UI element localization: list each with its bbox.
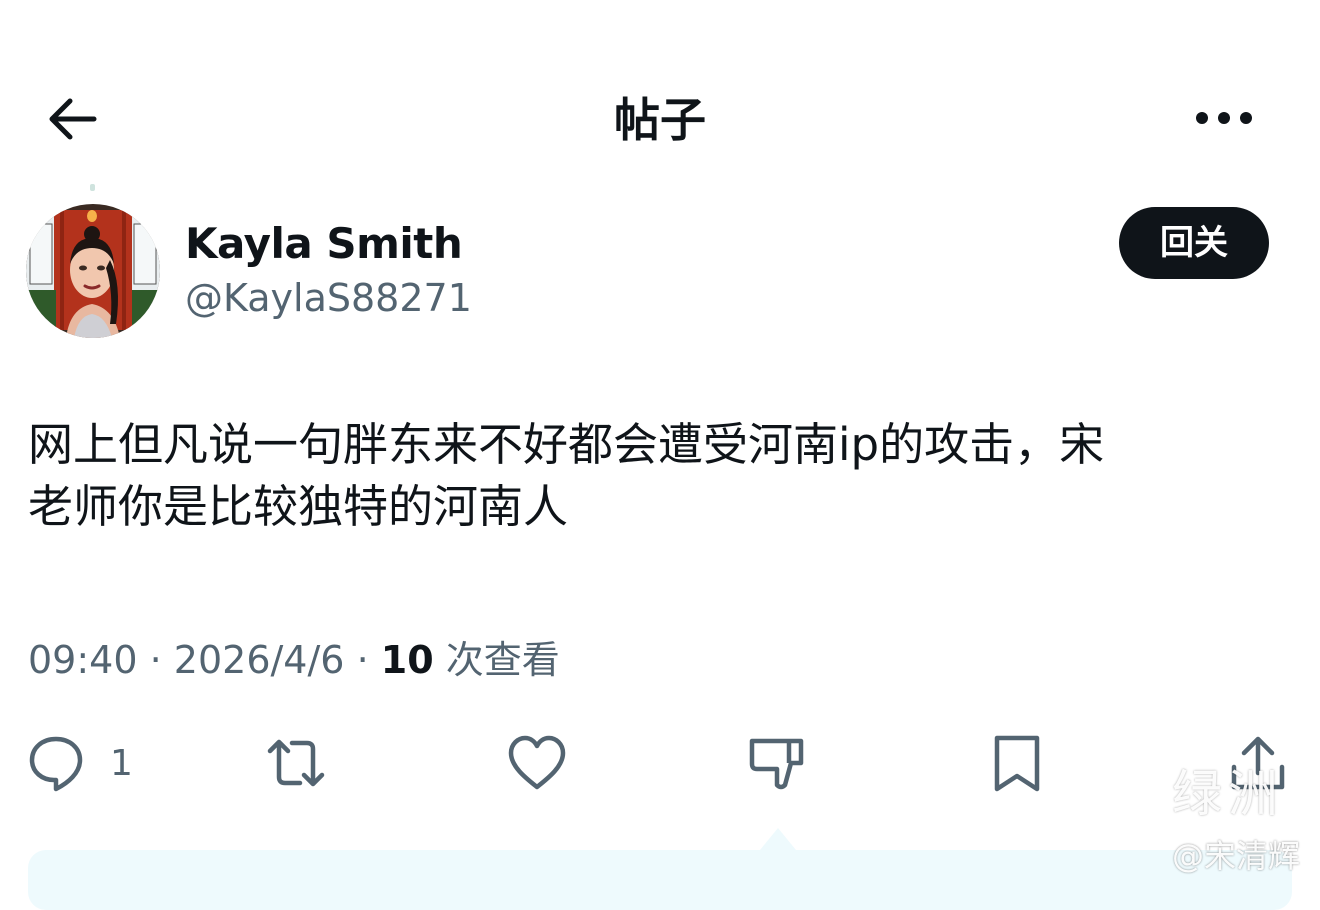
- bookmark-icon: [994, 735, 1040, 792]
- tweet-date: 2026/4/6: [173, 638, 345, 682]
- meta-separator: ·: [356, 638, 369, 682]
- heart-icon: [508, 735, 566, 790]
- dislike-button[interactable]: [747, 733, 807, 793]
- watermark-author: @宋清辉: [1172, 837, 1301, 875]
- bookmark-button[interactable]: [987, 733, 1047, 793]
- views-count: 10: [380, 638, 434, 682]
- thumbs-down-icon: [749, 738, 804, 790]
- more-options-button[interactable]: [1188, 94, 1260, 142]
- like-button[interactable]: [507, 733, 567, 793]
- meta-separator: ·: [149, 638, 162, 682]
- retweet-button[interactable]: [266, 733, 326, 793]
- tweet-meta: 09:40 · 2026/4/6 · 10 次查看: [28, 632, 560, 688]
- arrow-left-icon: [49, 98, 97, 140]
- reply-icon: [29, 736, 83, 792]
- views-label: 次查看: [445, 638, 560, 682]
- avatar-illustration: [26, 204, 160, 338]
- decorative-dot: [90, 184, 95, 191]
- reply-bubble: [28, 850, 1292, 910]
- follow-back-button[interactable]: 回关: [1119, 207, 1269, 279]
- retweet-icon: [267, 739, 325, 787]
- avatar[interactable]: [26, 204, 160, 338]
- reply-count: 1: [110, 742, 133, 784]
- back-button[interactable]: [40, 88, 104, 152]
- reply-bubble-pointer: [760, 828, 796, 850]
- watermark-logo: 绿洲: [1172, 765, 1284, 823]
- page-title: 帖子: [614, 93, 706, 147]
- more-horizontal-icon: [1196, 112, 1252, 124]
- tweet-time: 09:40: [28, 638, 138, 682]
- reply-button[interactable]: 1: [26, 733, 133, 793]
- author-display-name[interactable]: Kayla Smith: [185, 214, 463, 274]
- tweet-text: 网上但凡说一句胖东来不好都会遭受河南ip的攻击，宋 老师你是比较独特的河南人: [28, 418, 1105, 533]
- author-handle[interactable]: @KaylaS88271: [185, 272, 472, 324]
